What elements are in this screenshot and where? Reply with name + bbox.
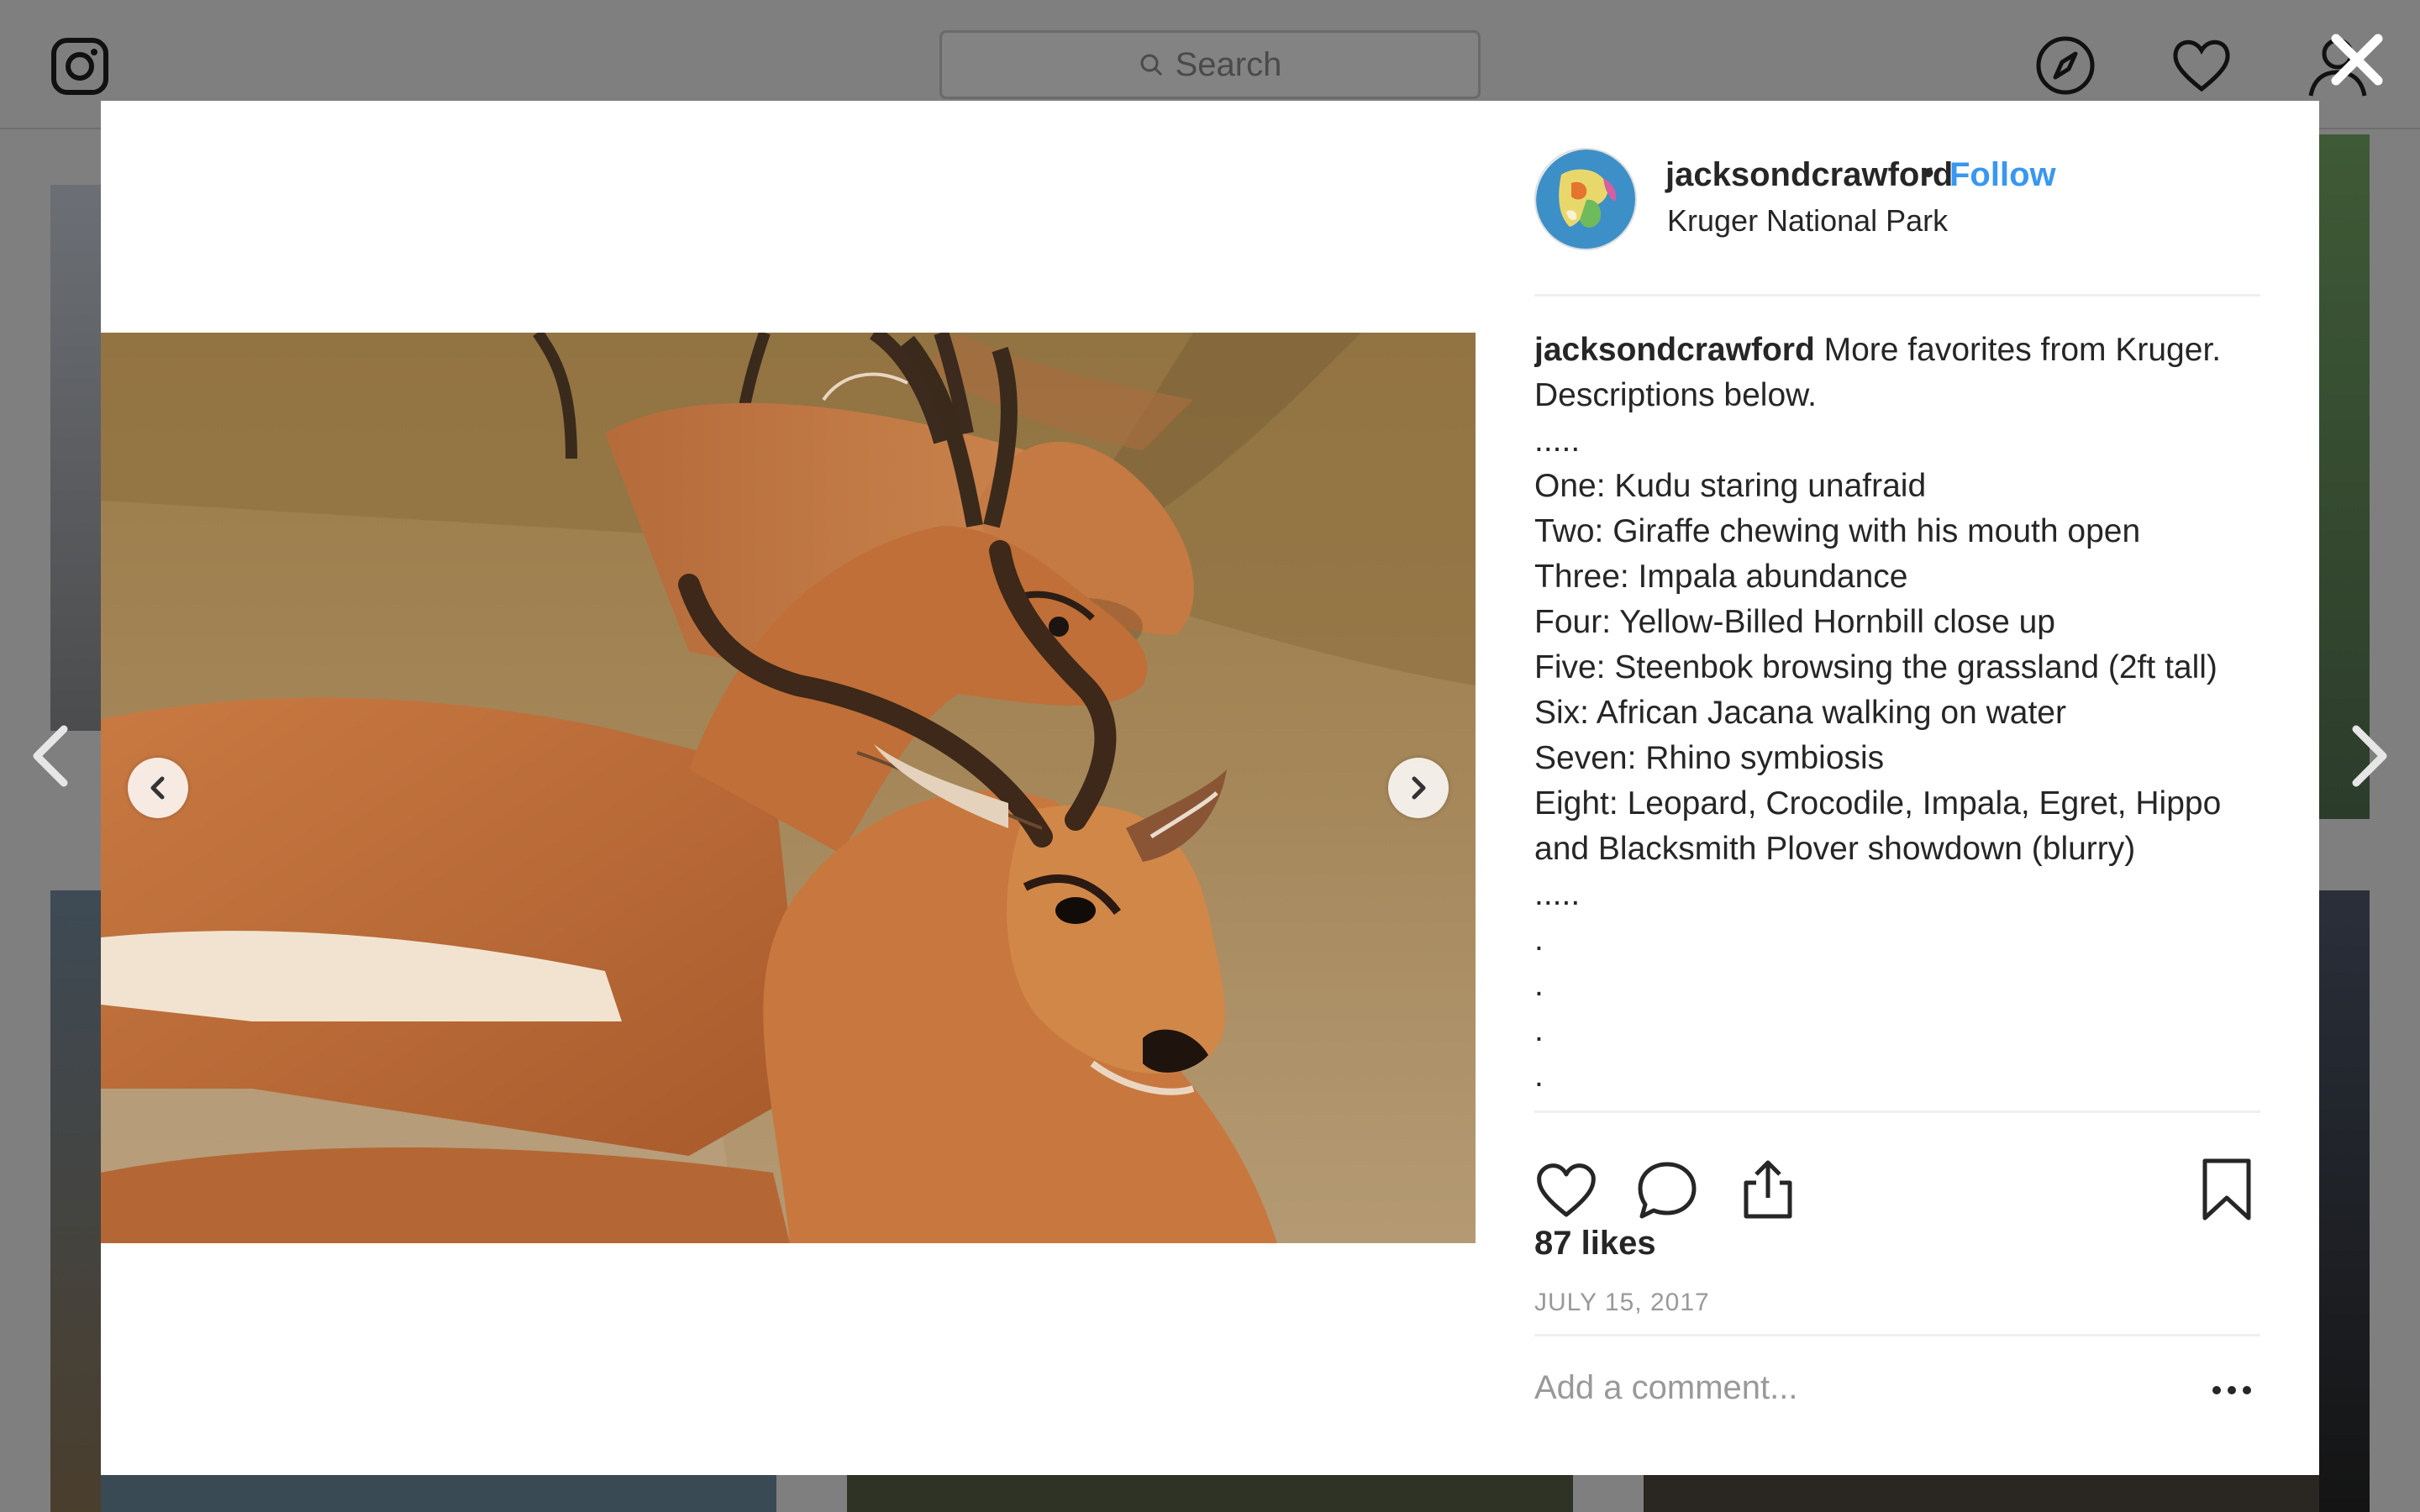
background-photo-tile[interactable] (101, 1475, 776, 1512)
caption-text: ..... (1534, 423, 1581, 459)
heart-icon[interactable] (2170, 34, 2233, 97)
caption-line: Four: Yellow-Billed Hornbill close up (1534, 600, 2260, 645)
globe-avatar-icon (1536, 150, 1635, 249)
caption-line: . (1534, 1008, 2260, 1053)
caption-text: Three: Impala abundance (1534, 559, 1908, 595)
post-username[interactable]: jacksondcrawford (1665, 156, 1953, 194)
post-photo[interactable] (101, 333, 1476, 1243)
caption-text: More favorites from Kruger. (1814, 332, 2222, 368)
caption-text: Five: Steenbok browsing the grassland (2… (1534, 649, 2217, 685)
carousel-previous-button[interactable] (128, 758, 188, 818)
like-heart-icon[interactable] (1534, 1158, 1598, 1221)
caption-line: One: Kudu staring unafraid (1534, 464, 2260, 509)
caption-line: Eight: Leopard, Crocodile, Impala, Egret… (1534, 781, 2260, 827)
background-photo-tile[interactable] (1644, 1475, 2319, 1512)
caption: jacksondcrawford More favorites from Kru… (1534, 328, 2260, 1210)
caption-text: Seven: Rhino symbiosis (1534, 740, 1885, 776)
caption-line: Two: Giraffe chewing with his mouth open (1534, 509, 2260, 554)
post-date: JULY 15, 2017 (1534, 1289, 1710, 1316)
background-photo-tile[interactable] (2319, 890, 2370, 1512)
more-options-icon[interactable] (2207, 1369, 2257, 1411)
background-photo-tile[interactable] (50, 890, 101, 1512)
background-photo-tile[interactable] (2319, 134, 2370, 819)
background-photo-tile[interactable] (847, 1475, 1573, 1512)
chevron-left-icon (150, 776, 165, 800)
search-input[interactable]: Search (939, 30, 1481, 99)
post-location[interactable]: Kruger National Park (1667, 203, 1948, 239)
divider (1534, 1334, 2260, 1336)
follow-button[interactable]: Follow (1949, 156, 2056, 194)
comment-bubble-icon[interactable] (1635, 1158, 1699, 1221)
caption-text: Descriptions below. (1534, 377, 1817, 413)
avatar[interactable] (1534, 148, 1637, 250)
caption-text: ..... (1534, 876, 1581, 912)
caption-text: One: Kudu staring unafraid (1534, 468, 1927, 504)
divider (1534, 294, 2260, 297)
search-placeholder: Search (1175, 45, 1282, 83)
add-comment-input[interactable]: Add a comment... (1534, 1369, 1797, 1407)
caption-text: Two: Giraffe chewing with his mouth open (1534, 513, 2141, 549)
caption-line: . (1534, 917, 2260, 963)
carousel-next-button[interactable] (1388, 758, 1449, 818)
caption-line: and Blacksmith Plover showdown (blurry) (1534, 827, 2260, 872)
caption-line: . (1534, 963, 2260, 1008)
caption-text: . (1534, 1012, 1544, 1048)
caption-line: ..... (1534, 418, 2260, 464)
caption-line: Seven: Rhino symbiosis (1534, 736, 2260, 781)
caption-text: . (1534, 967, 1544, 1003)
caption-line: jacksondcrawford More favorites from Kru… (1534, 328, 2260, 373)
post-modal: jacksondcrawford • Follow Kruger Nationa… (101, 101, 2319, 1475)
instagram-logo-icon[interactable] (50, 37, 109, 96)
caption-line: . (1534, 1053, 2260, 1099)
caption-line: ..... (1534, 872, 2260, 917)
post-header: jacksondcrawford • Follow Kruger Nationa… (1534, 148, 2260, 260)
impala-photo (101, 333, 1476, 1243)
caption-line: Five: Steenbok browsing the grassland (2… (1534, 645, 2260, 690)
caption-line: Three: Impala abundance (1534, 554, 2260, 600)
caption-text: Eight: Leopard, Crocodile, Impala, Egret… (1534, 785, 2222, 822)
post-actions (1534, 1132, 2260, 1225)
search-icon (1140, 54, 1162, 76)
background-photo-tile[interactable] (50, 185, 101, 731)
bookmark-icon[interactable] (2195, 1158, 2259, 1221)
caption-text: . (1534, 921, 1544, 958)
next-post-arrow-icon[interactable] (2344, 722, 2395, 790)
close-icon[interactable] (2328, 30, 2386, 89)
caption-text: Six: African Jacana walking on water (1534, 695, 2066, 731)
likes-count[interactable]: 87 likes (1534, 1225, 1656, 1263)
share-icon[interactable] (1736, 1158, 1800, 1221)
previous-post-arrow-icon[interactable] (25, 722, 76, 790)
caption-text: and Blacksmith Plover showdown (blurry) (1534, 831, 2136, 867)
separator-dot: • (1923, 155, 1935, 192)
caption-text: Four: Yellow-Billed Hornbill close up (1534, 604, 2055, 640)
post-sidebar: jacksondcrawford • Follow Kruger Nationa… (1534, 101, 2260, 1475)
caption-line: Descriptions below. (1534, 373, 2260, 418)
chevron-right-icon (1412, 776, 1426, 800)
divider (1534, 1110, 2260, 1113)
caption-text: . (1534, 1058, 1544, 1094)
caption-username[interactable]: jacksondcrawford (1534, 332, 1815, 368)
compass-icon[interactable] (2033, 34, 2097, 97)
caption-line: Six: African Jacana walking on water (1534, 690, 2260, 736)
